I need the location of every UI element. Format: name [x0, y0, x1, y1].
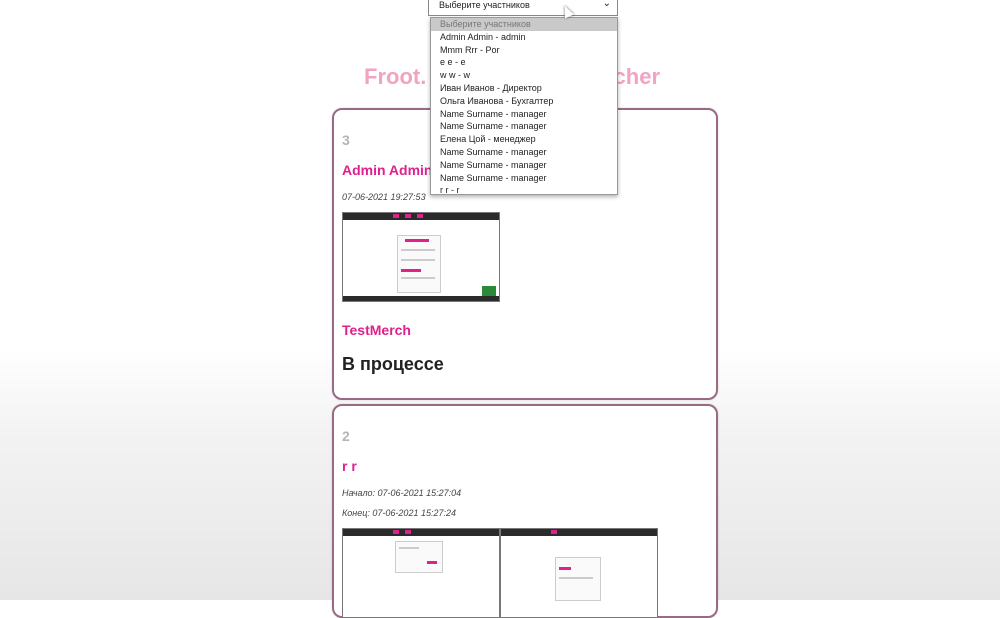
page-title-left: Froot.: [364, 64, 427, 89]
participants-dropdown[interactable]: Выберите участников Admin Admin - admin …: [430, 17, 618, 195]
dropdown-option[interactable]: Name Surname - manager: [431, 159, 617, 172]
dropdown-option[interactable]: Name Surname - manager: [431, 146, 617, 159]
dropdown-option[interactable]: Mmm Rrr - Por: [431, 44, 617, 57]
participants-select-value: Выберите участников: [439, 0, 530, 10]
task-end: Конец: 07-06-2021 15:27:24: [342, 508, 456, 518]
task-id: 3: [342, 132, 350, 148]
participants-select[interactable]: Выберите участников ⌄: [428, 0, 618, 16]
task-start: Начало: 07-06-2021 15:27:04: [342, 488, 462, 498]
dropdown-option[interactable]: Name Surname - manager: [431, 172, 617, 185]
dropdown-option-placeholder[interactable]: Выберите участников: [431, 18, 617, 31]
page-title: Froot. atcher: [364, 64, 660, 90]
dropdown-option[interactable]: Елена Цой - менеджер: [431, 133, 617, 146]
screenshot-thumbnail[interactable]: [342, 212, 500, 302]
task-status: В процессе: [342, 354, 444, 374]
task-card[interactable]: 2 r r Начало: 07-06-2021 15:27:04 Конец:…: [332, 404, 718, 618]
task-id: 2: [342, 428, 350, 444]
task-user[interactable]: Admin Admin: [342, 162, 432, 178]
task-merch[interactable]: TestMerch: [342, 322, 411, 338]
dropdown-option[interactable]: Иван Иванов - Директор: [431, 82, 617, 95]
chevron-down-icon: ⌄: [602, 0, 611, 9]
dropdown-option[interactable]: Name Surname - manager: [431, 120, 617, 133]
dropdown-option[interactable]: Admin Admin - admin: [431, 31, 617, 44]
dropdown-option[interactable]: Name Surname - manager: [431, 108, 617, 121]
dropdown-option[interactable]: w w - w: [431, 69, 617, 82]
task-date: 07-06-2021 19:27:53: [342, 192, 426, 202]
dropdown-option[interactable]: e e - e: [431, 56, 617, 69]
screenshot-thumbnail[interactable]: [500, 528, 658, 618]
task-user[interactable]: r r: [342, 458, 357, 474]
dropdown-option[interactable]: Ольга Иванова - Бухгалтер: [431, 95, 617, 108]
screenshot-thumbnail[interactable]: [342, 528, 500, 618]
dropdown-option[interactable]: r r - r: [431, 184, 617, 197]
